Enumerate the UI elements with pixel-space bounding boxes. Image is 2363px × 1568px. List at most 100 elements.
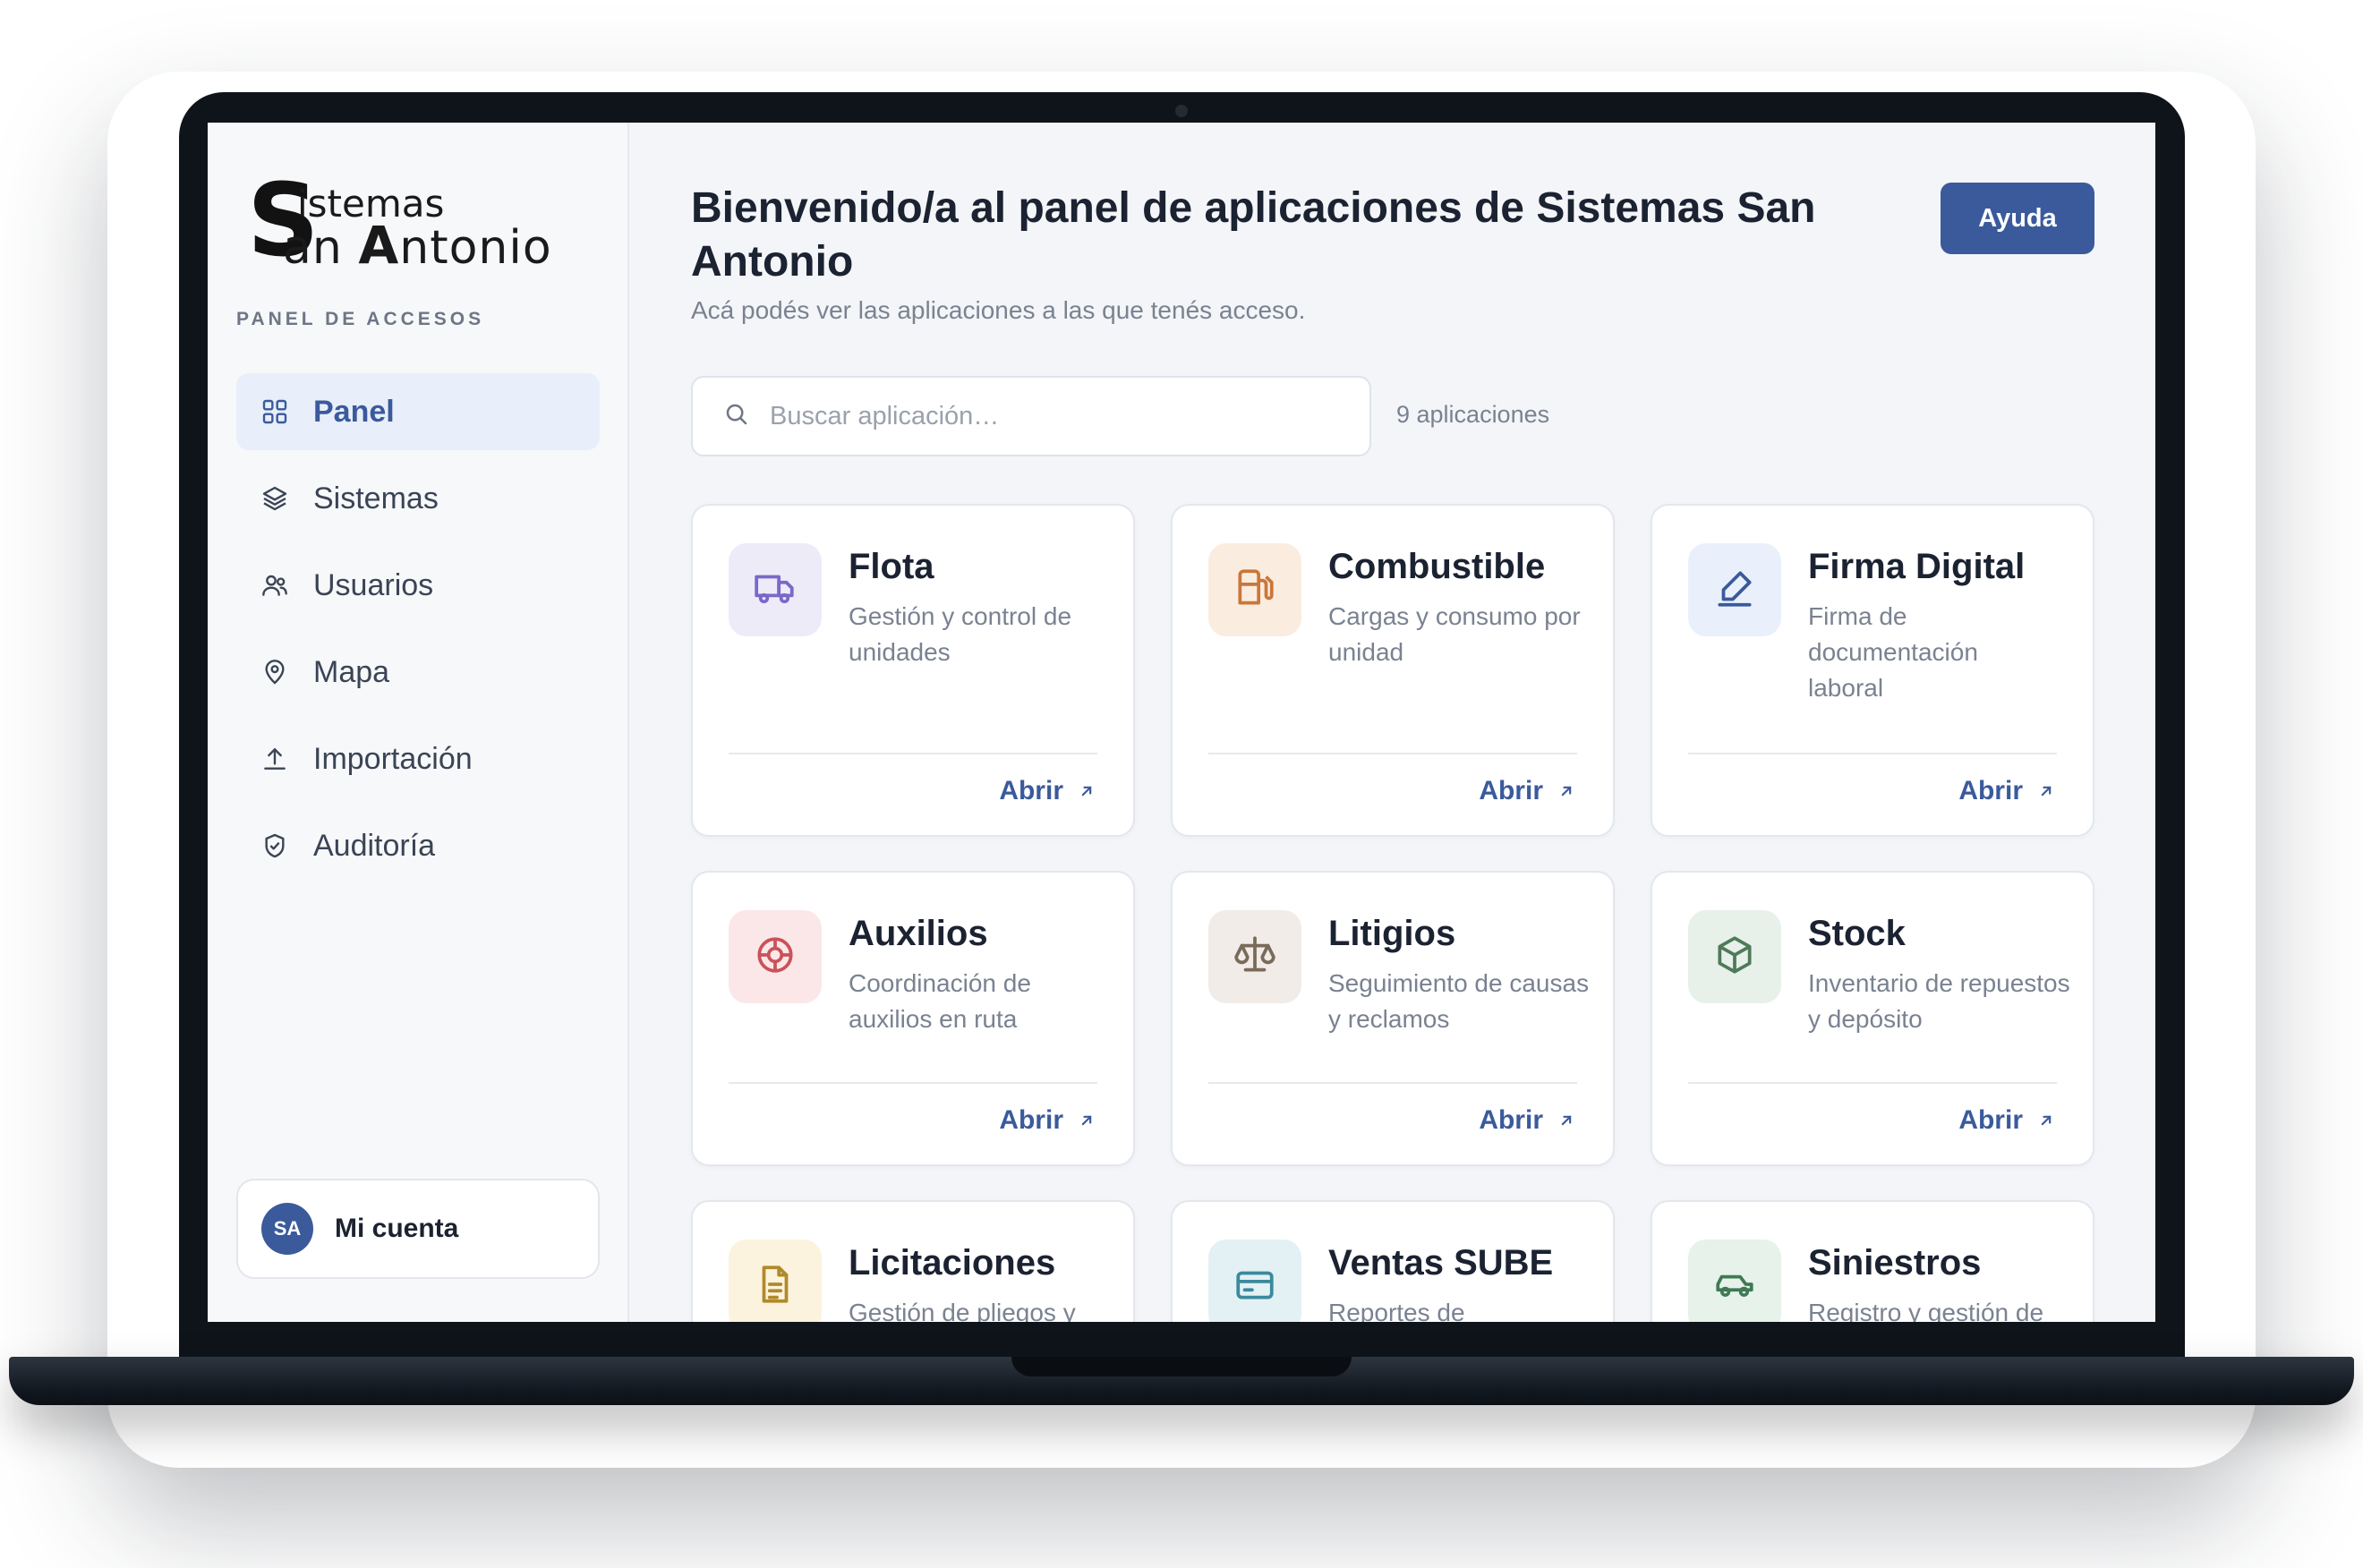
search-icon <box>723 401 750 432</box>
account-label: Mi cuenta <box>335 1214 459 1243</box>
fuel-icon <box>1233 566 1277 615</box>
card-divider <box>1688 1082 2057 1084</box>
search-box[interactable] <box>691 376 1371 456</box>
open-link[interactable]: Abrir <box>1479 1105 1575 1136</box>
app-description: Reportes de <box>1328 1299 1465 1322</box>
card-divider <box>729 1082 1097 1084</box>
app-card-litigios[interactable]: Litigios Seguimiento de causas y reclamo… <box>1171 871 1615 1166</box>
sidebar-item-label: Mapa <box>313 654 390 689</box>
app-description: Inventario de repuestos y depósito <box>1808 969 2070 1033</box>
open-label: Abrir <box>1958 1105 2023 1135</box>
shield-check-icon <box>260 831 290 861</box>
open-label: Abrir <box>1958 776 2023 805</box>
open-link[interactable]: Abrir <box>1479 776 1575 806</box>
open-link[interactable]: Abrir <box>999 776 1096 806</box>
lifebuoy-icon <box>753 933 798 982</box>
app-count: 9 aplicaciones <box>1396 401 1550 428</box>
icon-box <box>1208 543 1301 636</box>
card-divider <box>1688 753 2057 754</box>
sidebar-item-label: Importación <box>313 741 473 776</box>
app-description: Firma de documentación laboral <box>1808 602 1978 702</box>
pen-icon <box>1712 566 1757 615</box>
logo-text-ntonio: ntonio <box>399 221 552 275</box>
arrow-up-right-icon <box>2041 1115 2052 1126</box>
app-screen: S istemas an Antonio PANEL DE ACCESOS Pa… <box>208 123 2155 1322</box>
app-card-licitaciones[interactable]: Licitaciones Gestión de pliegos y <box>691 1200 1135 1322</box>
open-link[interactable]: Abrir <box>999 1105 1096 1136</box>
upload-icon <box>260 744 290 774</box>
sidebar-item-mapa[interactable]: Mapa <box>236 634 600 711</box>
sidebar-item-sistemas[interactable]: Sistemas <box>236 460 600 537</box>
page-title: Bienvenido/a al panel de aplicaciones de… <box>691 184 1816 285</box>
sidebar-item-importacion[interactable]: Importación <box>236 720 600 797</box>
open-link[interactable]: Abrir <box>1958 1105 2055 1136</box>
sidebar-item-label: Usuarios <box>313 567 434 602</box>
app-description: Seguimiento de causas y reclamos <box>1328 969 1590 1033</box>
main-content: Bienvenido/a al panel de aplicaciones de… <box>629 123 2155 1322</box>
help-button[interactable]: Ayuda <box>1941 183 2094 254</box>
app-title: Ventas SUBE <box>1328 1243 1554 1283</box>
app-title: Auxilios <box>849 914 988 953</box>
sidebar-section-label: PANEL DE ACCESOS <box>236 309 485 329</box>
open-label: Abrir <box>999 1105 1063 1135</box>
open-link[interactable]: Abrir <box>1958 776 2055 806</box>
app-card-flota[interactable]: Flota Gestión y control de unidades Abri… <box>691 504 1135 837</box>
search-input[interactable] <box>770 401 1343 431</box>
arrow-up-right-icon <box>1081 786 1092 797</box>
open-label: Abrir <box>1479 776 1543 805</box>
icon-box <box>1688 1240 1781 1322</box>
app-description: Gestión de pliegos y <box>849 1299 1076 1322</box>
arrow-up-right-icon <box>1561 786 1572 797</box>
brand-logo: S istemas an Antonio <box>247 163 552 279</box>
card-divider <box>1208 753 1577 754</box>
layers-icon <box>260 483 290 514</box>
car-icon <box>1712 1262 1757 1311</box>
app-description: Gestión y control de unidades <box>849 602 1072 666</box>
app-title: Stock <box>1808 914 1906 953</box>
app-card-siniestros[interactable]: Siniestros Registro y gestión de <box>1651 1200 2094 1322</box>
card-divider <box>1208 1082 1577 1084</box>
app-card-auxilios[interactable]: Auxilios Coordinación de auxilios en rut… <box>691 871 1135 1166</box>
app-description: Coordinación de auxilios en ruta <box>849 969 1031 1033</box>
truck-icon <box>753 566 798 615</box>
sidebar-item-label: Auditoría <box>313 828 436 863</box>
app-grid: Flota Gestión y control de unidades Abri… <box>691 504 2096 1322</box>
document-icon <box>753 1262 798 1311</box>
users-icon <box>260 570 290 601</box>
open-label: Abrir <box>1479 1105 1543 1135</box>
app-description: Registro y gestión de <box>1808 1299 2044 1322</box>
open-label: Abrir <box>999 776 1063 805</box>
logo-big-a: A <box>358 215 400 276</box>
sidebar: S istemas an Antonio PANEL DE ACCESOS Pa… <box>208 123 629 1322</box>
app-title: Licitaciones <box>849 1243 1056 1283</box>
app-description: Cargas y consumo por unidad <box>1328 602 1581 666</box>
sidebar-item-label: Panel <box>313 394 395 429</box>
sidebar-item-usuarios[interactable]: Usuarios <box>236 547 600 624</box>
arrow-up-right-icon <box>1561 1115 1572 1126</box>
card-divider <box>729 753 1097 754</box>
grid-icon <box>260 396 290 427</box>
scale-icon <box>1233 933 1277 982</box>
app-card-combustible[interactable]: Combustible Cargas y consumo por unidad … <box>1171 504 1615 837</box>
app-title: Litigios <box>1328 914 1456 953</box>
account-button[interactable]: SA Mi cuenta <box>236 1179 600 1279</box>
app-card-stock[interactable]: Stock Inventario de repuestos y depósito… <box>1651 871 2094 1166</box>
app-title: Siniestros <box>1808 1243 1982 1283</box>
sidebar-item-label: Sistemas <box>313 481 439 516</box>
logo-line2: an Antonio <box>283 219 552 271</box>
sidebar-item-auditoria[interactable]: Auditoría <box>236 807 600 884</box>
icon-box <box>729 1240 822 1322</box>
app-title: Flota <box>849 547 934 586</box>
card-icon <box>1233 1262 1277 1311</box>
app-card-ventas-sube[interactable]: Ventas SUBE Reportes de <box>1171 1200 1615 1322</box>
arrow-up-right-icon <box>1081 1115 1092 1126</box>
sidebar-item-panel[interactable]: Panel <box>236 373 600 450</box>
app-card-firma-digital[interactable]: Firma Digital Firma de documentación lab… <box>1651 504 2094 837</box>
app-title: Combustible <box>1328 547 1546 586</box>
icon-box <box>1208 910 1301 1003</box>
icon-box <box>1688 543 1781 636</box>
logo-text-an: an <box>283 221 359 275</box>
laptop-notch <box>1011 1357 1352 1376</box>
arrow-up-right-icon <box>2041 786 2052 797</box>
map-pin-icon <box>260 657 290 687</box>
